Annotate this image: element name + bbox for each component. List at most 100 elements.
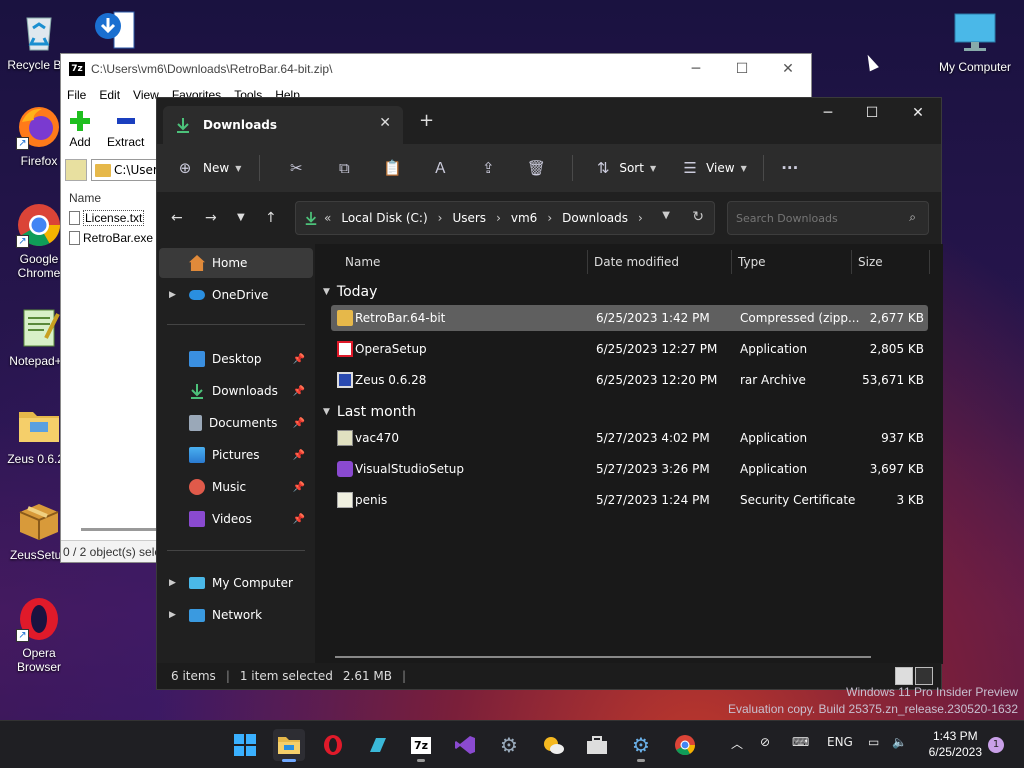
breadcrumb-downloads[interactable]: Downloads xyxy=(562,211,628,225)
file-row[interactable]: VisualStudioSetup 5/27/2023 3:26 PM Appl… xyxy=(331,456,928,482)
search-input[interactable] xyxy=(736,211,896,225)
volume-icon[interactable]: 🔈 xyxy=(892,735,907,749)
sidebar-item-desktop[interactable]: Desktop 📌 xyxy=(159,344,313,374)
taskbar-app-7zip[interactable]: 7z xyxy=(405,729,437,762)
file-list-pane[interactable]: Name Date modified Type Size ▼ Today Ret… xyxy=(317,244,943,664)
breadcrumb-vm6[interactable]: vm6 xyxy=(511,211,537,225)
search-box[interactable]: ⌕ xyxy=(727,201,929,235)
address-bar[interactable]: « Local Disk (C:) › Users › vm6 › Downlo… xyxy=(295,201,715,235)
chevron-right-icon[interactable]: › xyxy=(638,211,643,225)
desktop-icon-opera[interactable]: ↗ Opera Browser xyxy=(0,596,78,674)
no-network-icon[interactable]: ⊘ xyxy=(760,735,770,749)
chevron-right-icon[interactable]: › xyxy=(547,211,552,225)
group-header-today[interactable]: ▼ Today xyxy=(323,281,377,303)
file-row[interactable]: RetroBar.64-bit 6/25/2023 1:42 PM Compre… xyxy=(331,305,928,331)
taskbar-app-opera[interactable] xyxy=(317,729,349,761)
menu-edit[interactable]: Edit xyxy=(99,88,120,102)
language-indicator[interactable]: ENG xyxy=(827,735,853,749)
column-header-size[interactable]: Size xyxy=(858,244,883,280)
column-separator[interactable] xyxy=(851,250,852,274)
up-folder-icon[interactable] xyxy=(65,159,87,181)
sidebar-item-videos[interactable]: Videos 📌 xyxy=(159,504,313,534)
column-header-date-modified[interactable]: Date modified xyxy=(594,244,679,280)
group-header-last-month[interactable]: ▼ Last month xyxy=(323,401,416,423)
sidebar-item-network[interactable]: ▶ Network xyxy=(159,600,313,630)
rename-icon[interactable]: Ａ xyxy=(430,158,450,178)
file-row[interactable]: penis 5/27/2023 1:24 PM Security Certifi… xyxy=(331,487,928,513)
sidebar-item-documents[interactable]: Documents 📌 xyxy=(159,408,313,438)
list-item[interactable]: License.txt xyxy=(67,208,167,228)
file-row[interactable]: Zeus 0.6.28 6/25/2023 12:20 PM rar Archi… xyxy=(331,367,928,393)
copy-icon[interactable]: ⧉ xyxy=(334,158,354,178)
sidebar-item-onedrive[interactable]: ▶ OneDrive xyxy=(159,280,313,310)
new-tab-button[interactable]: + xyxy=(419,110,434,131)
refresh-icon[interactable]: ↻ xyxy=(692,209,704,225)
sevenzip-file-list[interactable]: Name License.txt RetroBar.exe xyxy=(67,188,167,248)
sidebar-item-downloads[interactable]: Downloads 📌 xyxy=(159,376,313,406)
horizontal-scrollbar[interactable] xyxy=(335,656,871,658)
delete-icon[interactable]: 🗑 xyxy=(526,158,546,178)
maximize-button[interactable]: ☐ xyxy=(849,98,895,128)
notification-badge[interactable]: 1 xyxy=(988,737,1004,753)
recent-locations-chevron-icon[interactable]: ▼ xyxy=(237,212,245,223)
close-button[interactable]: ✕ xyxy=(765,58,811,80)
extract-button[interactable]: Extract xyxy=(107,110,144,149)
breadcrumb-local-disk[interactable]: Local Disk (C:) xyxy=(341,211,427,225)
chevron-right-icon[interactable]: ▶ xyxy=(169,610,176,620)
chevron-right-icon[interactable]: ▶ xyxy=(169,290,176,300)
tiles-view-icon[interactable] xyxy=(915,667,933,685)
file-row[interactable]: vac470 5/27/2023 4:02 PM Application 937… xyxy=(331,425,928,451)
breadcrumb-users[interactable]: Users xyxy=(452,211,486,225)
minimize-button[interactable]: ─ xyxy=(805,98,851,128)
clock[interactable]: 1:43 PM 6/25/2023 xyxy=(929,728,982,760)
show-hidden-icons-chevron-icon[interactable]: ︿ xyxy=(731,735,743,752)
add-button[interactable]: Add xyxy=(69,110,91,149)
display-icon[interactable]: ▭ xyxy=(868,735,879,749)
share-icon[interactable]: ⇪ xyxy=(478,158,498,178)
taskbar-app-retrobar[interactable] xyxy=(361,729,393,761)
overflow-chevrons-icon[interactable]: « xyxy=(324,211,331,225)
forward-arrow-icon[interactable]: → xyxy=(205,210,217,226)
close-button[interactable]: ✕ xyxy=(895,98,941,128)
keyboard-icon[interactable]: ⌨ xyxy=(792,735,809,749)
taskbar-app-chrome[interactable] xyxy=(669,729,701,761)
view-button[interactable]: ☰ View ▼ xyxy=(680,158,746,178)
sidebar-item-music[interactable]: Music 📌 xyxy=(159,472,313,502)
pin-icon[interactable]: 📌 xyxy=(293,450,305,461)
column-header-name[interactable]: Name xyxy=(67,188,167,208)
file-explorer-window[interactable]: Downloads ✕ + ─ ☐ ✕ ⊕ New ▼ ✂ ⧉ 📋 Ａ ⇪ 🗑 … xyxy=(156,97,943,690)
desktop-icon-download-shortcut[interactable] xyxy=(76,8,154,58)
sidebar-item-home[interactable]: Home xyxy=(159,248,313,278)
minimize-button[interactable]: ─ xyxy=(673,58,719,80)
more-options-icon[interactable]: ··· xyxy=(780,158,800,178)
taskbar-app-visual-studio[interactable] xyxy=(449,729,481,761)
details-view-icon[interactable] xyxy=(895,667,913,685)
back-arrow-icon[interactable]: ← xyxy=(171,210,183,226)
pin-icon[interactable]: 📌 xyxy=(293,418,305,429)
pin-icon[interactable]: 📌 xyxy=(293,482,305,493)
column-header-name[interactable]: Name xyxy=(345,244,380,280)
file-row[interactable]: OperaSetup 6/25/2023 12:27 PM Applicatio… xyxy=(331,336,928,362)
list-item[interactable]: RetroBar.exe xyxy=(67,228,167,248)
sidebar-item-my-computer[interactable]: ▶ My Computer xyxy=(159,568,313,598)
taskbar-app-gear-tool[interactable]: ⚙ xyxy=(625,729,657,762)
sidebar-item-pictures[interactable]: Pictures 📌 xyxy=(159,440,313,470)
menu-view[interactable]: View xyxy=(133,88,159,102)
column-header-type[interactable]: Type xyxy=(738,244,766,280)
address-dropdown-icon[interactable]: ▼ xyxy=(662,210,670,221)
up-arrow-icon[interactable]: ↑ xyxy=(265,210,277,226)
start-button[interactable] xyxy=(229,729,261,761)
pin-icon[interactable]: 📌 xyxy=(293,354,305,365)
taskbar-app-file-explorer[interactable] xyxy=(273,729,305,762)
sort-button[interactable]: ⇅ Sort ▼ xyxy=(593,158,656,178)
maximize-button[interactable]: ☐ xyxy=(719,58,765,80)
chevron-right-icon[interactable]: › xyxy=(438,211,443,225)
chevron-right-icon[interactable]: › xyxy=(496,211,501,225)
tab-downloads[interactable]: Downloads ✕ xyxy=(163,106,403,144)
pin-icon[interactable]: 📌 xyxy=(293,386,305,397)
pin-icon[interactable]: 📌 xyxy=(293,514,305,525)
new-button[interactable]: ⊕ New ▼ xyxy=(175,158,242,178)
column-separator[interactable] xyxy=(929,250,930,274)
column-separator[interactable] xyxy=(587,250,588,274)
desktop-icon-my-computer[interactable]: My Computer xyxy=(936,10,1014,74)
